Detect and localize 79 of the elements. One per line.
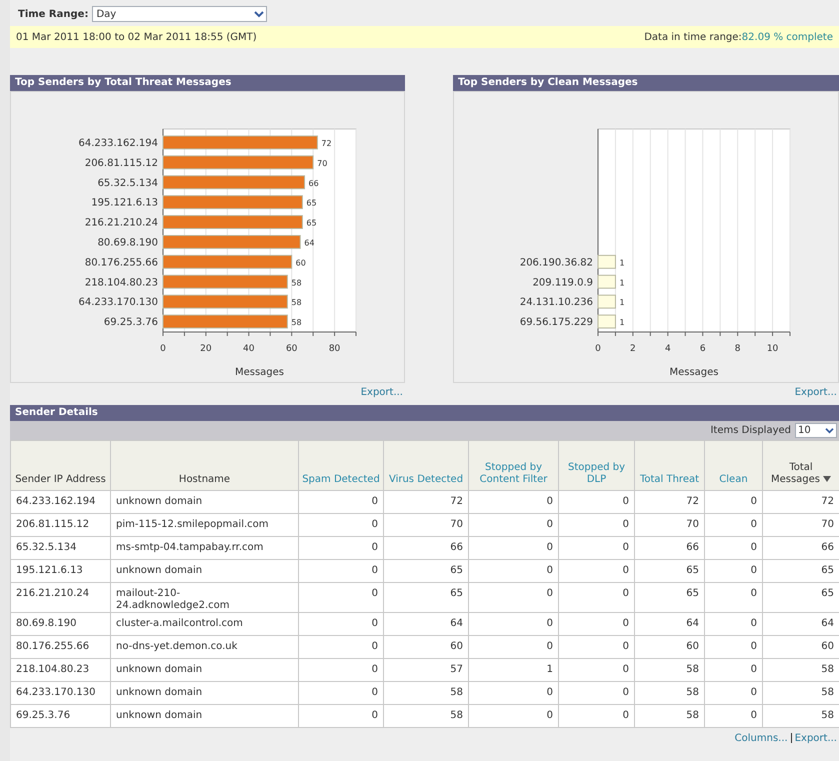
value-label: 64: [304, 238, 314, 248]
tick-label: 8: [734, 344, 740, 354]
column-header[interactable]: Total Threat: [634, 440, 704, 490]
value-label: 58: [291, 278, 302, 288]
table-cell: 0: [704, 704, 762, 728]
category-label: 24.131.10.236: [520, 297, 593, 308]
table-cell: 0: [468, 704, 558, 728]
value-label: 72: [321, 138, 332, 148]
value-label: 60: [296, 258, 306, 268]
panel-header: Top Senders by Total Threat Messages: [10, 75, 405, 91]
export-link[interactable]: Export...: [360, 384, 403, 400]
value-label: 1: [619, 258, 625, 268]
sort-descending-icon: [823, 476, 832, 482]
category-label: 64.233.162.194: [78, 138, 158, 149]
value-label: 1: [619, 298, 625, 308]
items-displayed-label: Items Displayed: [710, 424, 791, 438]
axis-title: Messages: [669, 367, 719, 378]
items-displayed-select[interactable]: 10: [795, 423, 837, 438]
completeness-label: Data in time range:: [644, 32, 742, 42]
value-label: 58: [291, 298, 302, 308]
column-header[interactable]: Virus Detected: [384, 440, 468, 490]
bar: [598, 294, 616, 309]
time-range-label: Time Range:: [18, 8, 88, 22]
table-cell: 58: [634, 704, 704, 728]
category-label: 69.25.3.76: [104, 317, 158, 328]
tick-label: 0: [160, 344, 166, 354]
table-cell: 58: [384, 704, 468, 728]
value-label: 65: [306, 218, 317, 228]
column-header[interactable]: Spam Detected: [298, 440, 384, 490]
bar: [598, 314, 616, 328]
axis-title: Messages: [234, 367, 284, 378]
tick-label: 80: [328, 344, 340, 354]
footer-link[interactable]: Columns...: [734, 730, 788, 746]
value-label: 1: [619, 278, 625, 288]
tick-label: 6: [700, 344, 706, 354]
tick-label: 60: [286, 344, 298, 354]
export-link[interactable]: Export...: [794, 384, 837, 400]
category-label: 206.81.115.12: [84, 158, 158, 169]
category-label: 206.190.36.82: [520, 257, 593, 268]
section-header: Sender Details: [10, 405, 839, 421]
tick-label: 20: [200, 344, 212, 354]
footer-link[interactable]: Export...: [794, 730, 837, 746]
column-header[interactable]: Stopped by DLP: [558, 440, 634, 490]
column-header[interactable]: Total Messages: [762, 440, 839, 490]
time-range-select[interactable]: Day: [92, 6, 268, 22]
value-label: 66: [308, 178, 319, 188]
category-label: 80.176.255.66: [84, 257, 158, 268]
completeness-value: 82.09 % complete: [742, 32, 833, 42]
category-label: 64.233.170.130: [78, 297, 158, 308]
tick-label: 40: [243, 344, 254, 354]
category-label: 80.69.8.190: [98, 237, 158, 248]
tick-label: 4: [664, 344, 671, 354]
table-cell: 0: [298, 704, 384, 728]
dropdown-icon: [825, 427, 834, 434]
category-label: 216.21.210.24: [84, 218, 158, 229]
category-label: 195.121.6.13: [91, 198, 158, 209]
value-label: 1: [619, 318, 625, 328]
tick-label: 10: [766, 344, 778, 354]
bar: [598, 274, 616, 289]
value-label: 58: [291, 318, 302, 328]
column-header[interactable]: Clean: [704, 440, 762, 490]
column-header[interactable]: Stopped by Content Filter: [468, 440, 558, 490]
table-cell: 69.25.3.76: [10, 704, 110, 728]
panel-header: Top Senders by Clean Messages: [453, 75, 839, 91]
category-label: 218.104.80.23: [84, 277, 158, 288]
column-header: Sender IP Address: [10, 440, 110, 490]
category-label: 209.119.0.9: [532, 277, 593, 288]
table-cell: unknown domain: [110, 704, 298, 728]
category-label: 65.32.5.134: [98, 178, 158, 189]
dropdown-icon: [254, 10, 264, 18]
tick-label: 0: [595, 344, 601, 354]
value-label: 70: [317, 158, 328, 168]
category-label: 69.56.175.229: [520, 317, 593, 328]
value-label: 65: [306, 198, 317, 208]
column-header: Hostname: [110, 440, 298, 490]
date-range-text: 01 Mar 2011 18:00 to 02 Mar 2011 18:55 (GMT): [16, 30, 257, 44]
bar: [598, 254, 616, 269]
tick-label: 2: [630, 344, 636, 354]
table-cell: 0: [558, 704, 634, 728]
